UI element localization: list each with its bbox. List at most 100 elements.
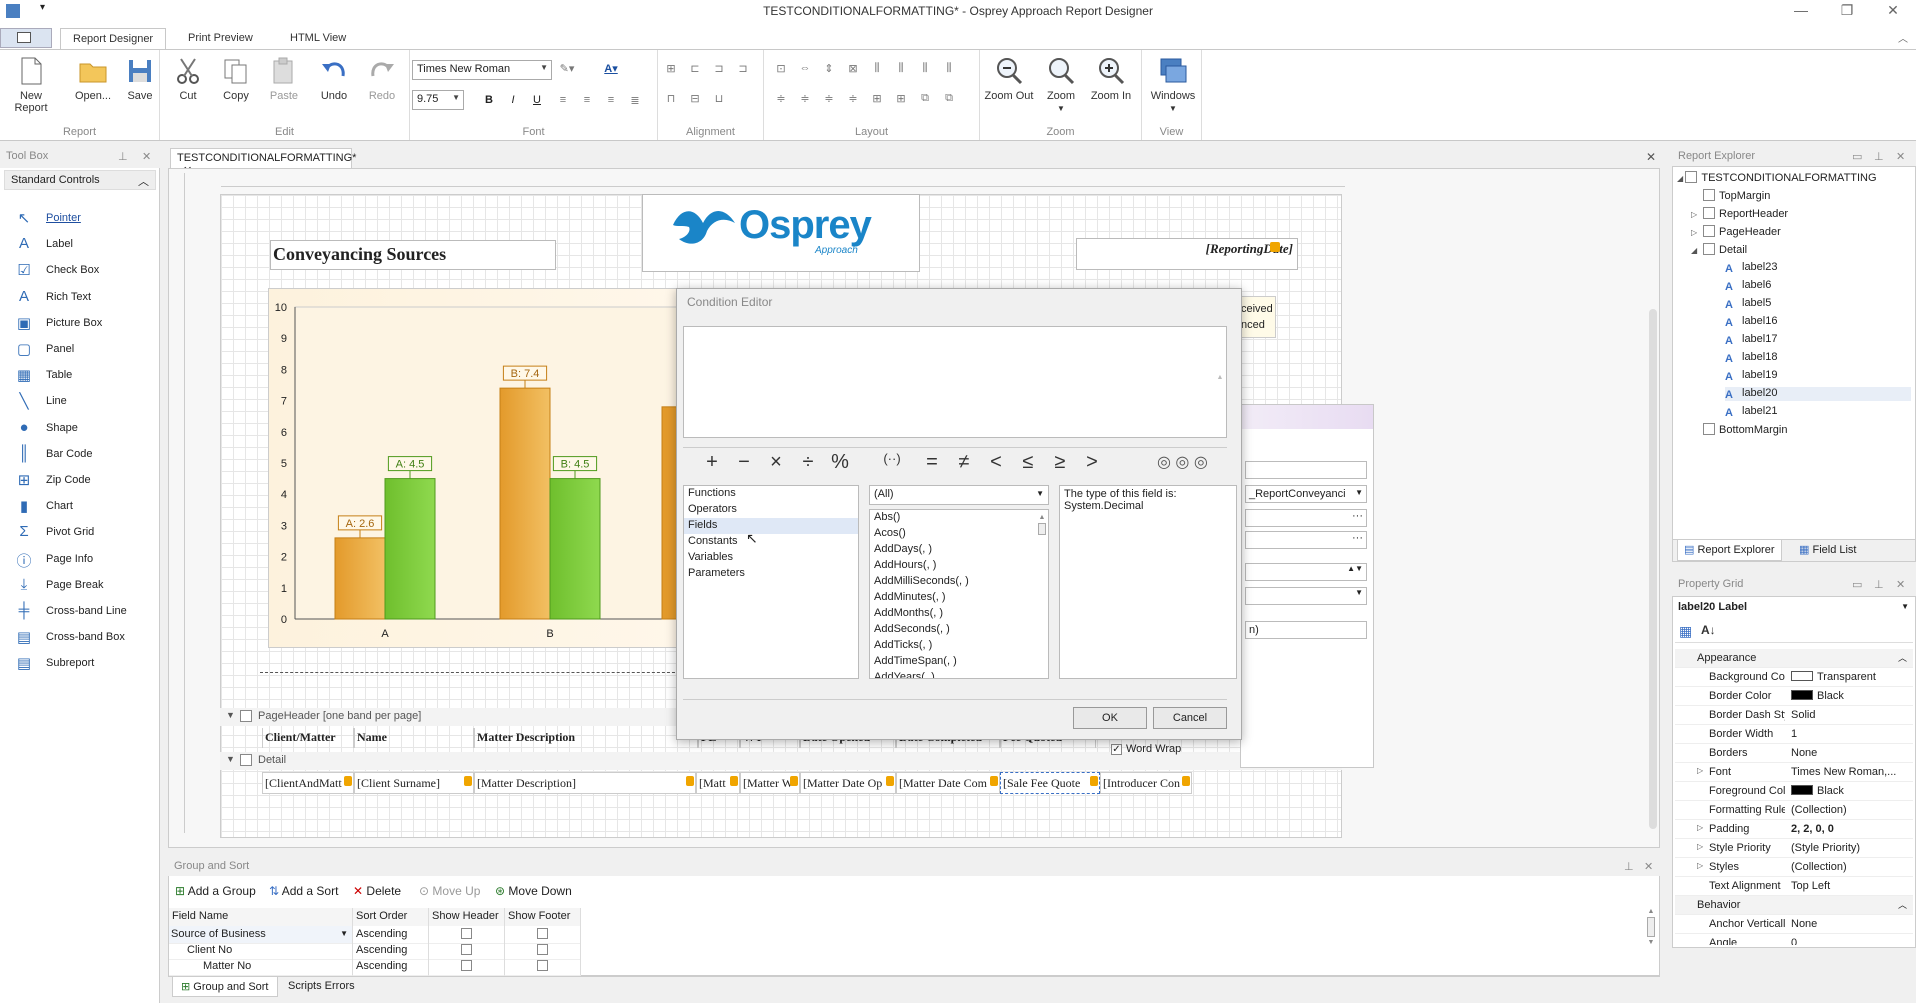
expand-icon[interactable]: ▷ <box>1697 823 1703 832</box>
operator-button[interactable]: < <box>985 451 1007 474</box>
toolbox-item-pivot-grid[interactable]: Σ Pivot Grid <box>14 522 154 544</box>
copy-button[interactable]: Copy <box>212 56 260 102</box>
pin-icon[interactable]: ⊥ <box>1874 150 1884 163</box>
font-size-select[interactable]: 9.75 ▼ <box>412 90 464 110</box>
property-value[interactable]: Black <box>1791 690 1844 702</box>
category-item[interactable]: Constants <box>684 534 858 550</box>
tab-report-explorer[interactable]: ▤ Report Explorer <box>1677 540 1782 561</box>
expand-icon[interactable]: ▷ <box>1697 766 1703 775</box>
send-to-back-icon[interactable]: ⧉ <box>940 92 958 108</box>
h-spacing-equal-icon[interactable]: ⫼ <box>868 62 886 78</box>
bar[interactable] <box>384 478 436 620</box>
italic-button[interactable]: I <box>504 94 522 110</box>
detail-field[interactable]: [Client Surname] <box>354 772 474 794</box>
h-spacing-decrease-icon[interactable]: ⫼ <box>916 62 934 78</box>
operator-button[interactable]: − <box>733 451 755 474</box>
property-row[interactable]: ▷ Styles (Collection) <box>1675 858 1913 877</box>
close-window-icon[interactable]: ✕ <box>1878 2 1908 19</box>
toolbox-item-page-info[interactable]: ⓘ Page Info <box>14 549 154 571</box>
property-value[interactable]: Top Left <box>1791 880 1830 892</box>
function-item[interactable]: AddSeconds(, ) <box>870 622 1048 638</box>
tab-group-and-sort[interactable]: ⊞ Group and Sort <box>172 977 278 997</box>
bar[interactable] <box>549 478 601 620</box>
detail-field[interactable]: [ClientAndMatt <box>262 772 354 794</box>
center-horizontally-icon[interactable]: ⊞ <box>868 92 886 108</box>
tree-node-label-control[interactable]: Alabel20 <box>1725 387 1911 401</box>
property-row[interactable]: Anchor Verticall None <box>1675 915 1913 934</box>
app-menu-button[interactable] <box>0 28 52 48</box>
tree-node-detail[interactable]: ◢ Detail <box>1691 243 1747 256</box>
toolbox-item-check-box[interactable]: ☑ Check Box <box>14 260 154 282</box>
property-row[interactable]: Border Color Black <box>1675 687 1913 706</box>
h-spacing-increase-icon[interactable]: ⫼ <box>892 62 910 78</box>
windows-button[interactable]: Windows ▼ <box>1146 56 1200 114</box>
category-item[interactable]: Variables <box>684 550 858 566</box>
same-width-icon[interactable]: ⇔ <box>796 62 814 78</box>
move-up-button[interactable]: ⊙ Move Up <box>419 884 480 898</box>
property-value[interactable]: Solid <box>1791 709 1815 721</box>
category-item[interactable]: Functions <box>684 486 858 502</box>
operator-button[interactable]: ≠ <box>953 451 975 474</box>
tree-node-label-control[interactable]: Alabel23 <box>1725 261 1777 275</box>
function-item[interactable]: AddYears(, ) <box>870 670 1048 678</box>
logical-op-buttons[interactable]: ◎ ◎ ◎ <box>1157 452 1227 474</box>
function-item[interactable]: Abs() <box>870 510 1048 526</box>
detail-field[interactable]: [Matter Description] <box>474 772 696 794</box>
toolbox-item-panel[interactable]: ▢ Panel <box>14 339 154 361</box>
underline-button[interactable]: U <box>528 94 546 110</box>
add-sort-button[interactable]: ⇅ Add a Sort <box>269 884 338 898</box>
toolbox-item-rich-text[interactable]: A Rich Text <box>14 287 154 309</box>
category-item[interactable]: Fields <box>684 518 858 534</box>
smart-tag-icon[interactable] <box>1182 776 1190 786</box>
v-spacing-remove-icon[interactable]: ≑ <box>844 92 862 108</box>
bg-field-1[interactable] <box>1245 461 1367 479</box>
toolbox-section-header[interactable]: Standard Controls ︿ <box>4 170 156 190</box>
property-row[interactable]: Borders None <box>1675 744 1913 763</box>
show-footer-checkbox[interactable] <box>505 958 581 976</box>
bg-field-ellipsis-1[interactable]: ··· <box>1245 509 1367 527</box>
property-row[interactable]: ▷ Font Times New Roman,... <box>1675 763 1913 782</box>
function-filter-select[interactable]: (All) ▼ <box>869 485 1049 505</box>
property-row[interactable]: ▷ Padding 2, 2, 0, 0 <box>1675 820 1913 839</box>
align-right-icon[interactable]: ≡ <box>602 94 620 110</box>
close-document-icon[interactable]: ✕ <box>1646 150 1656 164</box>
toolbox-item-picture-box[interactable]: ▣ Picture Box <box>14 313 154 335</box>
property-value[interactable]: (Collection) <box>1791 804 1847 816</box>
smart-tag-icon[interactable] <box>790 776 798 786</box>
expand-icon[interactable]: ▷ <box>1697 842 1703 851</box>
zoom-out-button[interactable]: Zoom Out <box>982 56 1036 102</box>
close-icon[interactable]: ✕ <box>142 150 151 163</box>
open-button[interactable]: Open... <box>66 56 120 102</box>
tab-print-preview[interactable]: Print Preview <box>176 28 265 50</box>
pin-icon[interactable]: ⊥ <box>1874 578 1884 591</box>
tree-node-label-control[interactable]: Alabel6 <box>1725 279 1771 293</box>
toolbox-item-bar-code[interactable]: ║ Bar Code <box>14 444 154 466</box>
h-spacing-remove-icon[interactable]: ⫼ <box>940 62 958 78</box>
bar[interactable] <box>334 537 386 620</box>
property-value[interactable]: (Collection) <box>1791 861 1847 873</box>
detail-field[interactable]: [Matter Date Op <box>800 772 896 794</box>
property-row[interactable]: ▷ Style Priority (Style Priority) <box>1675 839 1913 858</box>
expression-textarea[interactable]: ▲ <box>683 326 1227 438</box>
tree-node-label-control[interactable]: Alabel17 <box>1725 333 1777 347</box>
function-item[interactable]: AddHours(, ) <box>870 558 1048 574</box>
zoom-button[interactable]: Zoom ▼ <box>1034 56 1088 114</box>
category-item[interactable]: Parameters <box>684 566 858 582</box>
tree-node-label-control[interactable]: Alabel16 <box>1725 315 1777 329</box>
operator-button[interactable]: (··) <box>875 451 909 466</box>
property-row[interactable]: Formatting Rule (Collection) <box>1675 801 1913 820</box>
property-value[interactable]: Black <box>1791 785 1844 797</box>
toolbox-item-cross-band-line[interactable]: ╪ Cross-band Line <box>14 601 154 623</box>
font-family-select[interactable]: Times New Roman ▼ <box>412 60 552 80</box>
bring-to-front-icon[interactable]: ⧉ <box>916 92 934 108</box>
property-row[interactable]: Border Width 1 <box>1675 725 1913 744</box>
detail-field[interactable]: [Matter Date Com <box>896 772 1000 794</box>
selected-object-select[interactable]: label20 Label ▼ <box>1675 599 1913 617</box>
function-item[interactable]: AddMonths(, ) <box>870 606 1048 622</box>
osprey-logo[interactable]: Osprey Approach <box>642 194 920 272</box>
property-category[interactable]: Appearance ︿ <box>1675 649 1913 668</box>
word-wrap-checkbox[interactable]: ✓ Word Wrap <box>1111 743 1181 755</box>
align-lefts-icon[interactable]: ⊏ <box>686 62 704 78</box>
textarea-scrollbar[interactable]: ▲ <box>1216 331 1224 431</box>
property-category[interactable]: Behavior ︿ <box>1675 896 1913 915</box>
